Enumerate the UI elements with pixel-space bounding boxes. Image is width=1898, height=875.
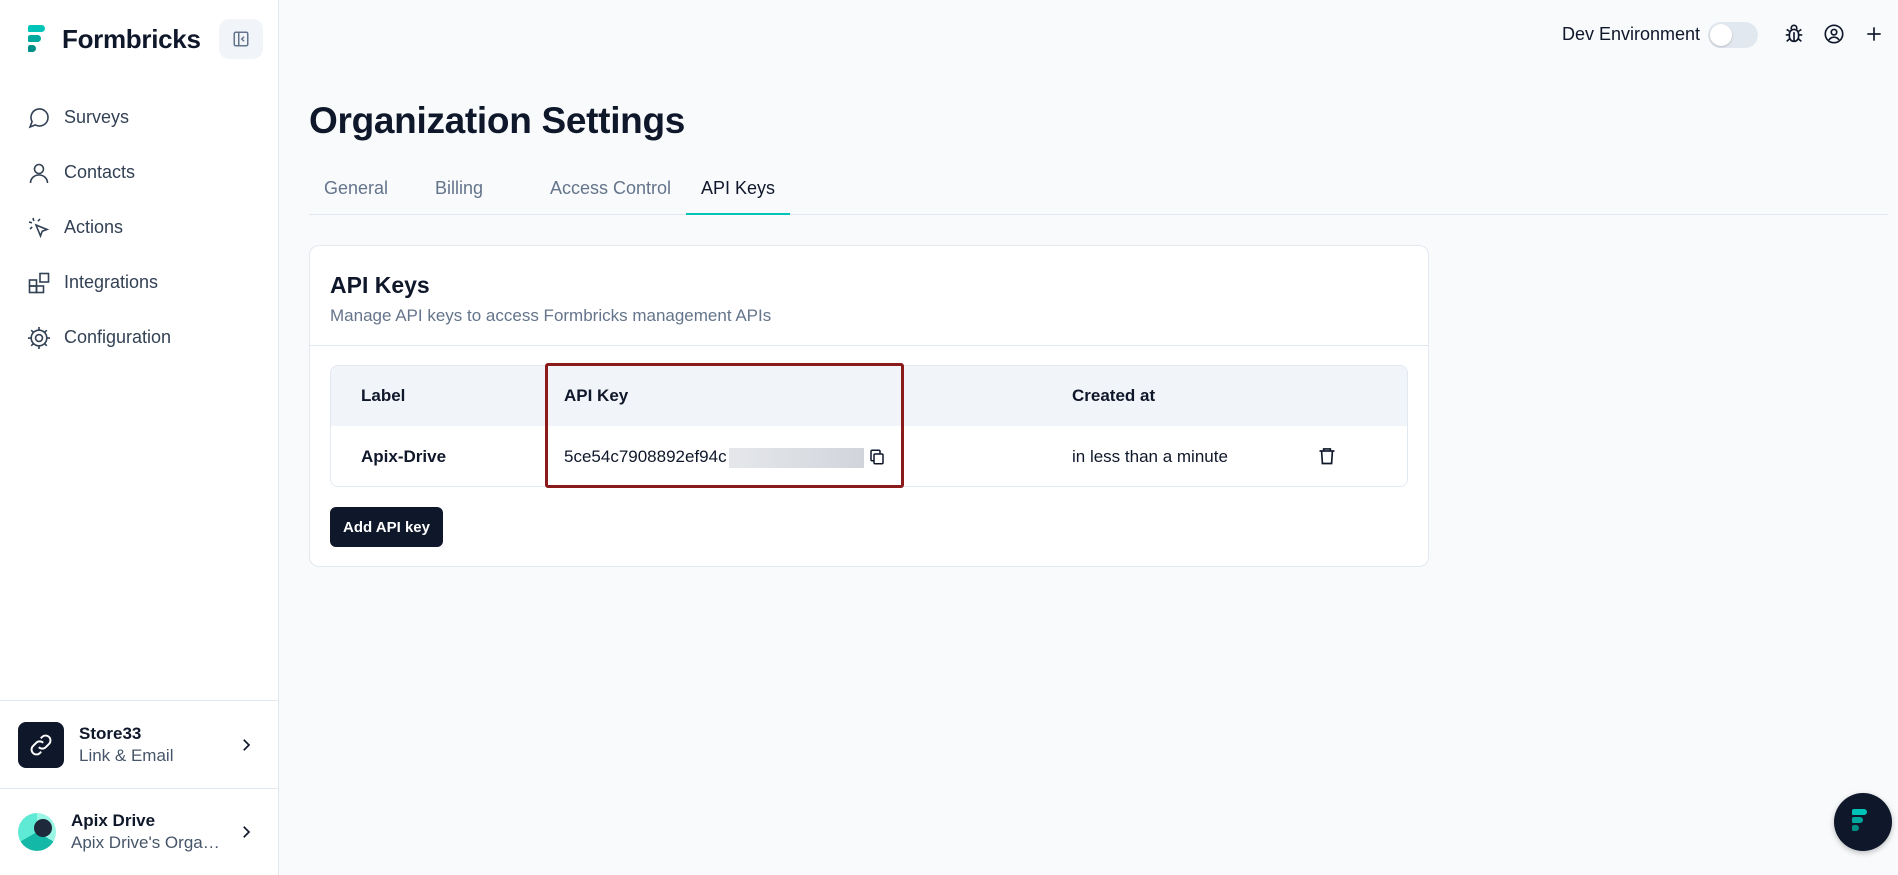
tab-general[interactable]: General [309, 172, 403, 215]
sidebar-item-label: Configuration [64, 327, 172, 347]
divider [310, 345, 1428, 346]
settings-tabs: General Billing Access Control API Keys [309, 172, 1888, 215]
api-key-created-at: in less than a minute [1072, 447, 1228, 466]
sidebar-item-configuration[interactable]: Configuration [0, 310, 279, 365]
column-header-created-at: Created at [1072, 386, 1156, 405]
api-keys-table: Label API Key Created at Apix-Drive 5ce5… [330, 365, 1408, 487]
api-key-text: 5ce54c7908892ef94c [564, 447, 727, 466]
formbricks-widget-button[interactable] [1834, 793, 1892, 851]
link-icon [18, 721, 64, 768]
column-header-api-key: API Key [564, 386, 629, 405]
project-info: Store33 Link & Email [79, 724, 173, 766]
trash-icon[interactable] [1316, 445, 1338, 467]
blocks-icon [26, 270, 52, 296]
user-name: Apix Drive [71, 811, 156, 830]
tab-api-keys[interactable]: API Keys [686, 172, 791, 215]
sidebar-item-label: Actions [64, 217, 124, 237]
table-row: Apix-Drive 5ce54c7908892ef94c in less th… [331, 426, 1407, 486]
project-switcher[interactable]: Store33 Link & Email [0, 700, 279, 788]
sidebar-nav: Surveys Contacts Actions Integrations Co… [0, 90, 279, 365]
app: Formbricks Surveys Contacts Actions Inte… [0, 0, 1898, 875]
table-header: Label API Key Created at [331, 366, 1407, 426]
api-key-value: 5ce54c7908892ef94c [564, 426, 864, 486]
sidebar-item-contacts[interactable]: Contacts [0, 145, 279, 200]
sidebar-item-actions[interactable]: Actions [0, 200, 279, 255]
project-name: Store33 [79, 723, 142, 743]
sidebar: Formbricks Surveys Contacts Actions Inte… [0, 0, 279, 875]
formbricks-logo-icon [28, 24, 52, 55]
message-circle-icon [26, 105, 52, 131]
user-info: Apix Drive Apix Drive's Organization [71, 811, 221, 853]
dev-environment-label: Dev Environment [1562, 24, 1701, 44]
add-api-key-button[interactable]: Add API key [330, 507, 443, 547]
card-subtitle: Manage API keys to access Formbricks man… [330, 306, 772, 325]
dev-environment-toggle[interactable] [1708, 22, 1758, 48]
card-title: API Keys [330, 272, 430, 298]
toggle-knob [1710, 24, 1732, 46]
api-key-label: Apix-Drive [361, 447, 447, 466]
mouse-pointer-click-icon [26, 215, 52, 241]
collapse-sidebar-button[interactable] [219, 19, 263, 59]
tab-billing[interactable]: Billing [420, 172, 498, 215]
brand[interactable]: Formbricks [28, 24, 201, 55]
organization-name: Apix Drive's Organization [71, 833, 221, 852]
sidebar-item-label: Surveys [64, 107, 130, 127]
avatar [18, 813, 56, 851]
sidebar-item-label: Integrations [64, 272, 159, 292]
plus-icon[interactable] [1860, 20, 1888, 48]
tab-access-control[interactable]: Access Control [535, 172, 686, 215]
user-menu[interactable]: Apix Drive Apix Drive's Organization [0, 788, 279, 875]
page-title: Organization Settings [309, 100, 686, 141]
sidebar-item-surveys[interactable]: Surveys [0, 90, 279, 145]
copy-icon[interactable] [866, 446, 888, 468]
redacted-key-portion [728, 447, 864, 468]
panel-left-icon [233, 31, 249, 47]
column-header-label: Label [361, 386, 406, 405]
gear-icon [26, 325, 52, 351]
sidebar-item-label: Contacts [64, 162, 136, 182]
chevron-right-icon [243, 826, 251, 838]
sidebar-item-integrations[interactable]: Integrations [0, 255, 279, 310]
user-circle-icon[interactable] [1820, 20, 1848, 48]
formbricks-logo-icon [1852, 809, 1874, 835]
user-icon [26, 160, 52, 186]
api-keys-card: API Keys Manage API keys to access Formb… [309, 245, 1429, 567]
project-subtitle: Link & Email [79, 745, 174, 765]
bug-icon[interactable] [1780, 20, 1808, 48]
brand-name: Formbricks [62, 24, 201, 54]
chevron-right-icon [243, 738, 251, 751]
